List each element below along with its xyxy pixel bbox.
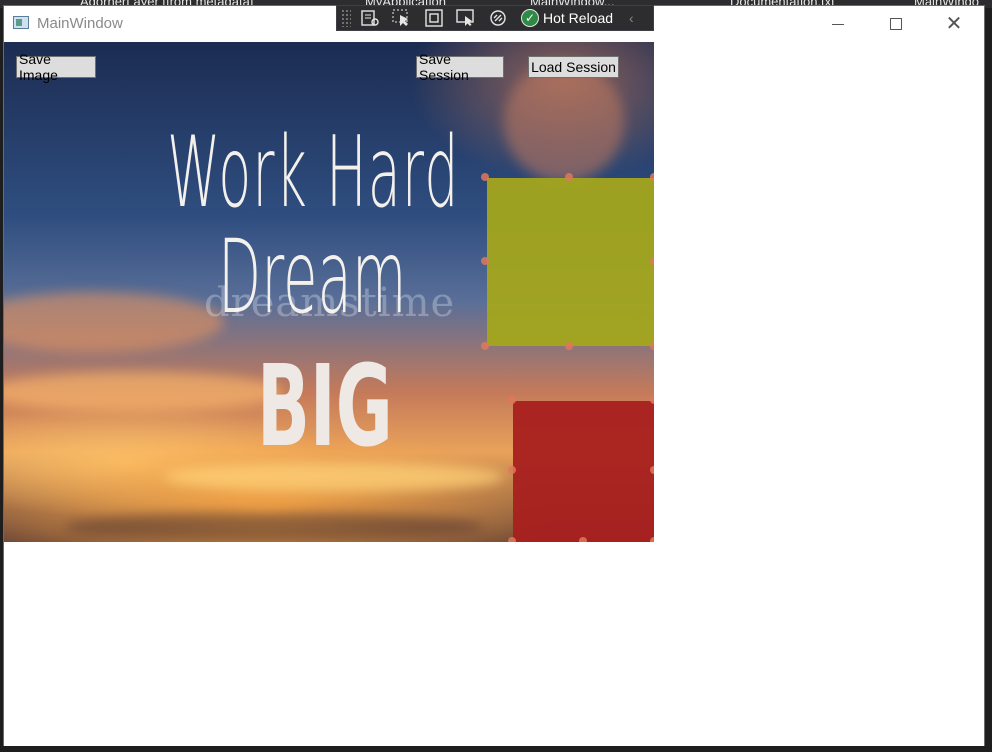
- maximize-button[interactable]: [878, 12, 914, 36]
- track-focused-element-icon[interactable]: [453, 8, 479, 28]
- display-layout-adorners-icon[interactable]: [421, 8, 447, 28]
- select-element-icon[interactable]: [389, 8, 415, 28]
- window-title: MainWindow: [37, 15, 123, 32]
- red-rectangle[interactable]: [513, 401, 654, 542]
- poster-line-big: BIG: [257, 342, 393, 472]
- resize-handle[interactable]: [481, 342, 489, 350]
- poster-line-work-hard: Work Hard: [167, 116, 460, 230]
- binding-failures-icon[interactable]: [485, 8, 511, 28]
- watermark: dreamstime: [204, 280, 456, 326]
- sky-cloud: [504, 62, 624, 182]
- resize-handle[interactable]: [565, 342, 573, 350]
- sky-cloud: [4, 292, 224, 352]
- sky-cloud: [4, 372, 284, 412]
- load-session-button[interactable]: Load Session: [528, 56, 619, 78]
- sky-cloud: [64, 512, 484, 542]
- hot-reload-status[interactable]: ✓ Hot Reload: [521, 9, 613, 27]
- main-window: MainWindow ✕ Work Hard Dream BIG dreamst…: [3, 5, 985, 746]
- drag-grip-icon[interactable]: [341, 9, 351, 27]
- resize-handle[interactable]: [481, 173, 489, 181]
- resize-handle[interactable]: [565, 173, 573, 181]
- minimize-icon: [832, 23, 844, 25]
- resize-handle[interactable]: [508, 396, 516, 404]
- resize-handle[interactable]: [508, 466, 516, 474]
- image-canvas[interactable]: Work Hard Dream BIG dreamstime Save Imag…: [4, 42, 654, 542]
- resize-handle[interactable]: [481, 257, 489, 265]
- close-icon: ✕: [945, 13, 963, 35]
- minimize-button[interactable]: [820, 12, 856, 36]
- collapse-chevron-icon[interactable]: ‹: [629, 10, 634, 26]
- app-icon: [13, 16, 29, 29]
- hot-reload-label: Hot Reload: [543, 10, 614, 26]
- save-session-button[interactable]: Save Session: [416, 51, 504, 83]
- check-circle-icon: ✓: [521, 9, 539, 27]
- hot-reload-toolbar: ✓ Hot Reload ‹: [336, 5, 654, 31]
- save-image-button[interactable]: Save Image: [16, 51, 96, 83]
- empty-area: [654, 42, 984, 542]
- empty-area: [4, 542, 984, 746]
- go-to-live-visual-tree-icon[interactable]: [357, 8, 383, 28]
- close-button[interactable]: ✕: [936, 12, 972, 36]
- maximize-icon: [890, 18, 902, 30]
- yellow-rectangle[interactable]: [487, 178, 654, 346]
